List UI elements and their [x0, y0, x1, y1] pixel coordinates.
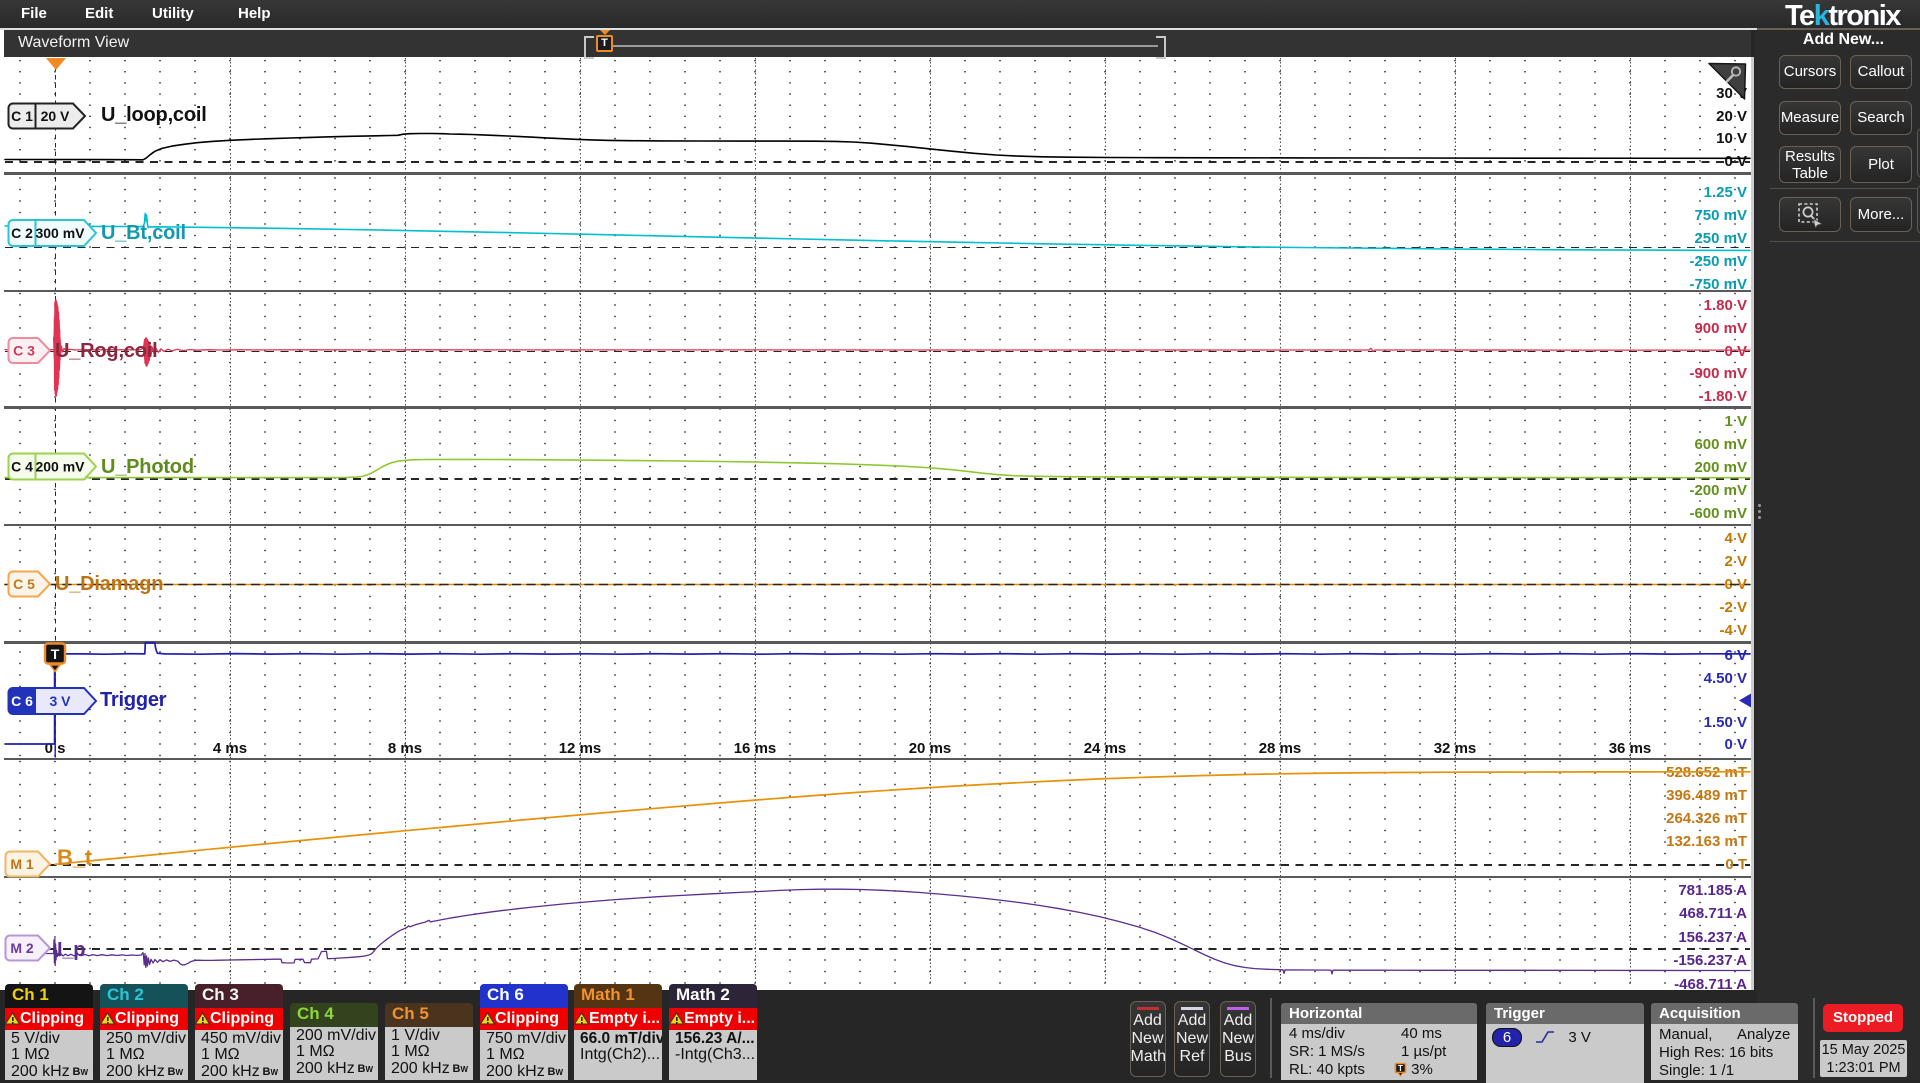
svg-text:C 2: C 2: [11, 225, 33, 241]
svg-text:300 mV: 300 mV: [35, 225, 85, 241]
svg-text:M 2: M 2: [10, 940, 34, 956]
svg-text:C 4: C 4: [11, 459, 33, 475]
svg-text:M 1: M 1: [10, 856, 34, 872]
svg-text:C 6: C 6: [11, 693, 33, 709]
svg-text:C 5: C 5: [13, 576, 35, 592]
svg-text:3 V: 3 V: [49, 693, 71, 709]
svg-text:20 V: 20 V: [41, 108, 70, 124]
svg-text:C 1: C 1: [11, 108, 33, 124]
svg-text:T: T: [1398, 1064, 1403, 1073]
svg-text:200 mV: 200 mV: [35, 459, 85, 475]
svg-text:T: T: [51, 646, 60, 662]
svg-text:C 3: C 3: [13, 343, 35, 359]
